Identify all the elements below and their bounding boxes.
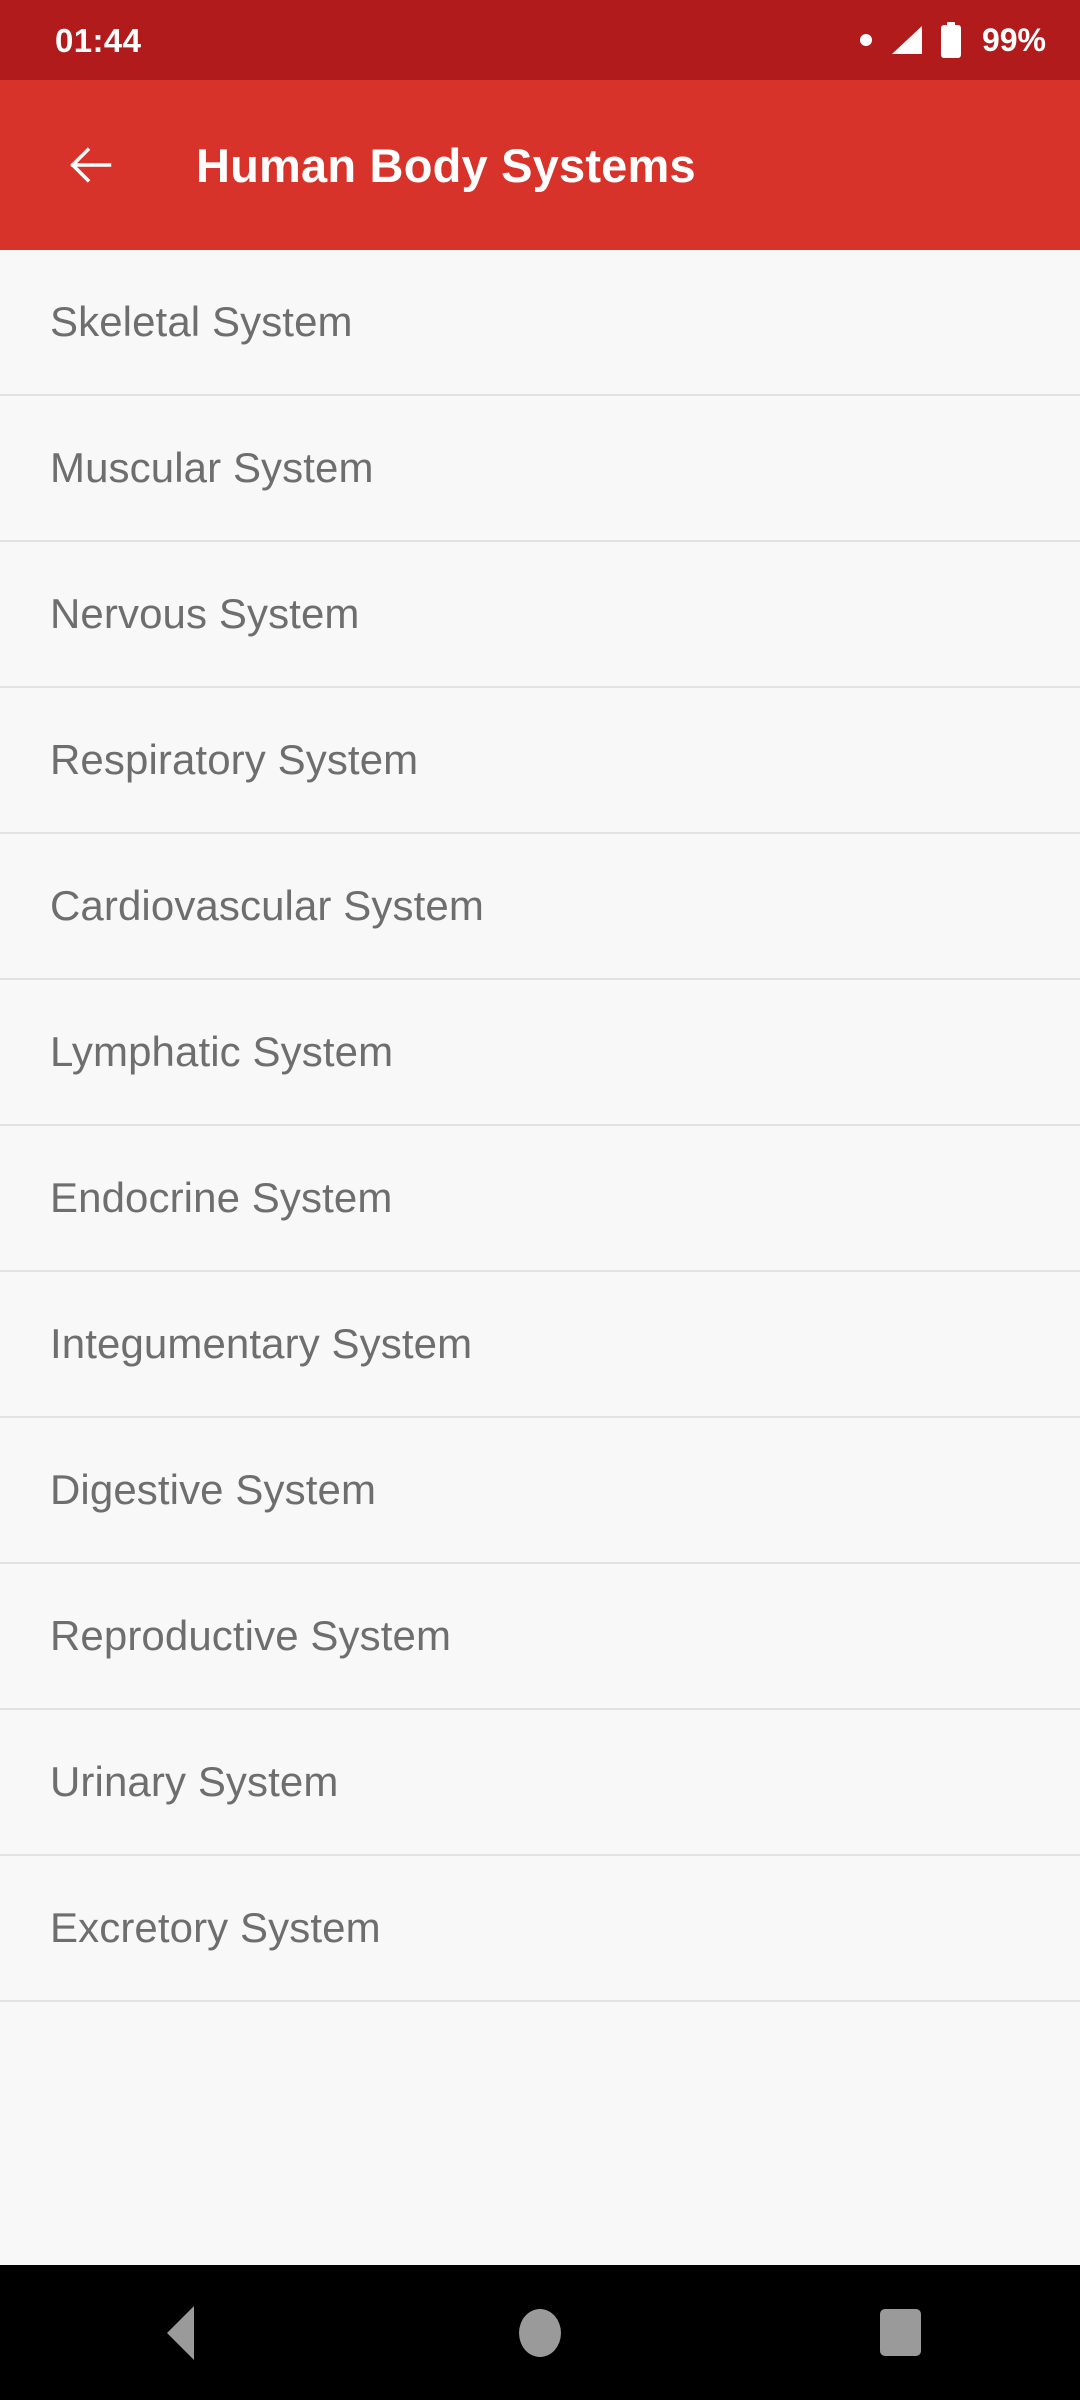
status-bar-clock: 01:44 bbox=[55, 21, 142, 59]
nav-home-button[interactable] bbox=[360, 2265, 720, 2400]
list-item-label: Skeletal System bbox=[50, 298, 353, 345]
dot-icon bbox=[859, 34, 872, 46]
page-title: Human Body Systems bbox=[196, 138, 696, 192]
signal-icon bbox=[889, 25, 923, 55]
back-arrow-button[interactable] bbox=[42, 117, 138, 213]
app-bar: Human Body Systems bbox=[0, 80, 1080, 250]
nav-recents-button[interactable] bbox=[720, 2265, 1080, 2400]
arrow-left-icon bbox=[70, 147, 112, 183]
list-item-label: Nervous System bbox=[50, 590, 360, 637]
body-systems-list[interactable]: Skeletal System Muscular System Nervous Sy… bbox=[0, 250, 1080, 2265]
list-item-label: Endocrine System bbox=[50, 1174, 393, 1221]
battery-icon bbox=[940, 22, 962, 58]
circle-home-icon bbox=[519, 2308, 561, 2357]
list-item-label: Excretory System bbox=[50, 1904, 381, 1951]
list-item-label: Reproductive System bbox=[50, 1612, 452, 1659]
list-item[interactable]: Endocrine System bbox=[0, 1126, 1080, 1272]
list-item[interactable]: Urinary System bbox=[0, 1710, 1080, 1856]
list-item[interactable]: Excretory System bbox=[0, 1856, 1080, 2002]
list-item-label: Urinary System bbox=[50, 1758, 339, 1805]
list-item[interactable]: Integumentary System bbox=[0, 1272, 1080, 1418]
list-item[interactable]: Respiratory System bbox=[0, 688, 1080, 834]
list-item[interactable]: Reproductive System bbox=[0, 1564, 1080, 1710]
list-item-label: Cardiovascular System bbox=[50, 882, 484, 929]
list-item-label: Muscular System bbox=[50, 444, 374, 491]
status-bar-icons: 99% bbox=[859, 22, 1046, 58]
square-recents-icon bbox=[879, 2309, 921, 2356]
list-item[interactable]: Skeletal System bbox=[0, 250, 1080, 396]
status-bar: 01:44 99% bbox=[0, 0, 1080, 80]
list-item[interactable]: Muscular System bbox=[0, 396, 1080, 542]
battery-percentage: 99% bbox=[981, 22, 1046, 58]
list-item[interactable]: Digestive System bbox=[0, 1418, 1080, 1564]
list-item-label: Respiratory System bbox=[50, 736, 419, 783]
list-item[interactable]: Cardiovascular System bbox=[0, 834, 1080, 980]
list-item[interactable]: Lymphatic System bbox=[0, 980, 1080, 1126]
list-item[interactable]: Nervous System bbox=[0, 542, 1080, 688]
list-item-label: Integumentary System bbox=[50, 1320, 473, 1367]
nav-back-button[interactable] bbox=[0, 2265, 360, 2400]
list-item-label: Digestive System bbox=[50, 1466, 377, 1513]
triangle-back-icon bbox=[166, 2305, 194, 2360]
android-navigation-bar bbox=[0, 2265, 1080, 2400]
list-item-label: Lymphatic System bbox=[50, 1028, 394, 1075]
